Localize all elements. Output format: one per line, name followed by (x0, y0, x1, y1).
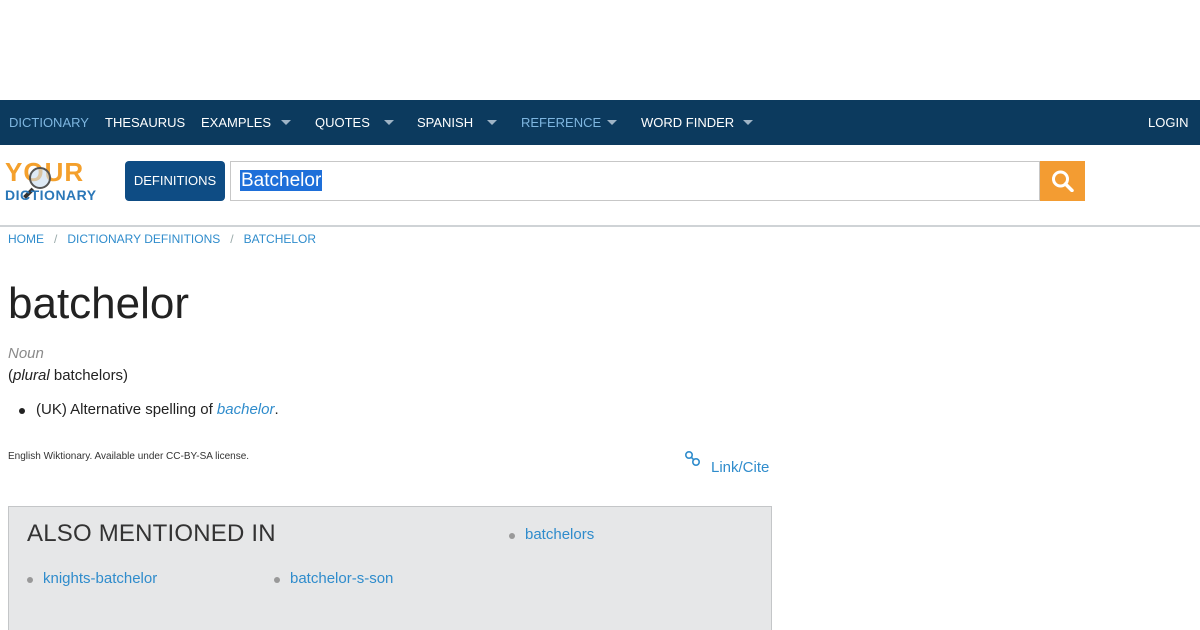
nav-item-word-finder[interactable]: WORD FINDER (641, 100, 753, 145)
mentioned-link-knights-batchelor[interactable]: knights-batchelor (27, 570, 157, 587)
list-bullet (509, 533, 515, 539)
mentioned-link-batchelor-s-son[interactable]: batchelor-s-son (274, 570, 393, 587)
plural-label: plural (13, 367, 50, 384)
nav-item-spanish[interactable]: SPANISH (417, 100, 497, 145)
chevron-down-icon (281, 120, 291, 125)
search-header: YOUR DICTIONARY DEFINITIONS Batchelor (0, 145, 1200, 227)
page-title: batchelor (8, 279, 190, 328)
search-input[interactable]: Batchelor (230, 161, 1040, 201)
breadcrumb-home[interactable]: HOME (8, 232, 44, 246)
link-icon (684, 450, 701, 467)
chevron-down-icon (384, 120, 394, 125)
mentioned-link-batchelors[interactable]: batchelors (509, 526, 594, 543)
definition-link-bachelor[interactable]: bachelor (217, 401, 275, 418)
also-mentioned-panel: ALSO MENTIONED IN batchelors knights-bat… (8, 506, 772, 630)
top-nav: DICTIONARY THESAURUS EXAMPLES QUOTES SPA… (0, 100, 1200, 145)
chevron-down-icon (487, 120, 497, 125)
chevron-down-icon (607, 120, 617, 125)
nav-item-quotes[interactable]: QUOTES (315, 100, 394, 145)
login-link[interactable]: LOGIN (1148, 100, 1188, 145)
nav-item-examples[interactable]: EXAMPLES (201, 100, 291, 145)
nav-item-dictionary[interactable]: DICTIONARY (9, 100, 89, 145)
part-of-speech: Noun (8, 345, 44, 362)
search-icon (1052, 170, 1074, 192)
logo-text-dictionary: DICTIONARY (5, 187, 97, 203)
list-bullet (274, 577, 280, 583)
breadcrumb: HOME / DICTIONARY DEFINITIONS / BATCHELOR (8, 232, 316, 248)
magnifier-icon (29, 167, 51, 189)
site-logo[interactable]: YOUR DICTIONARY (5, 157, 101, 203)
ad-space (0, 0, 1200, 100)
search-input-value: Batchelor (240, 170, 323, 191)
chevron-down-icon (743, 120, 753, 125)
definitions-button[interactable]: DEFINITIONS (125, 161, 225, 201)
link-cite-label: Link/Cite (711, 459, 770, 476)
nav-item-reference[interactable]: REFERENCE (521, 100, 617, 145)
list-bullet (27, 577, 33, 583)
search-button[interactable] (1040, 161, 1085, 201)
license-note: English Wiktionary. Available under CC-B… (8, 451, 250, 462)
breadcrumb-separator: / (230, 232, 234, 246)
breadcrumb-current[interactable]: BATCHELOR (244, 232, 316, 246)
definition-item: (UK) Alternative spelling of bachelor. (19, 401, 279, 418)
nav-item-thesaurus[interactable]: THESAURUS (105, 100, 185, 145)
plural-form: (plural batchelors) (8, 367, 129, 384)
also-mentioned-heading: ALSO MENTIONED IN (27, 520, 276, 547)
list-bullet (19, 408, 25, 414)
breadcrumb-dictionary-definitions[interactable]: DICTIONARY DEFINITIONS (67, 232, 220, 246)
breadcrumb-separator: / (54, 232, 58, 246)
